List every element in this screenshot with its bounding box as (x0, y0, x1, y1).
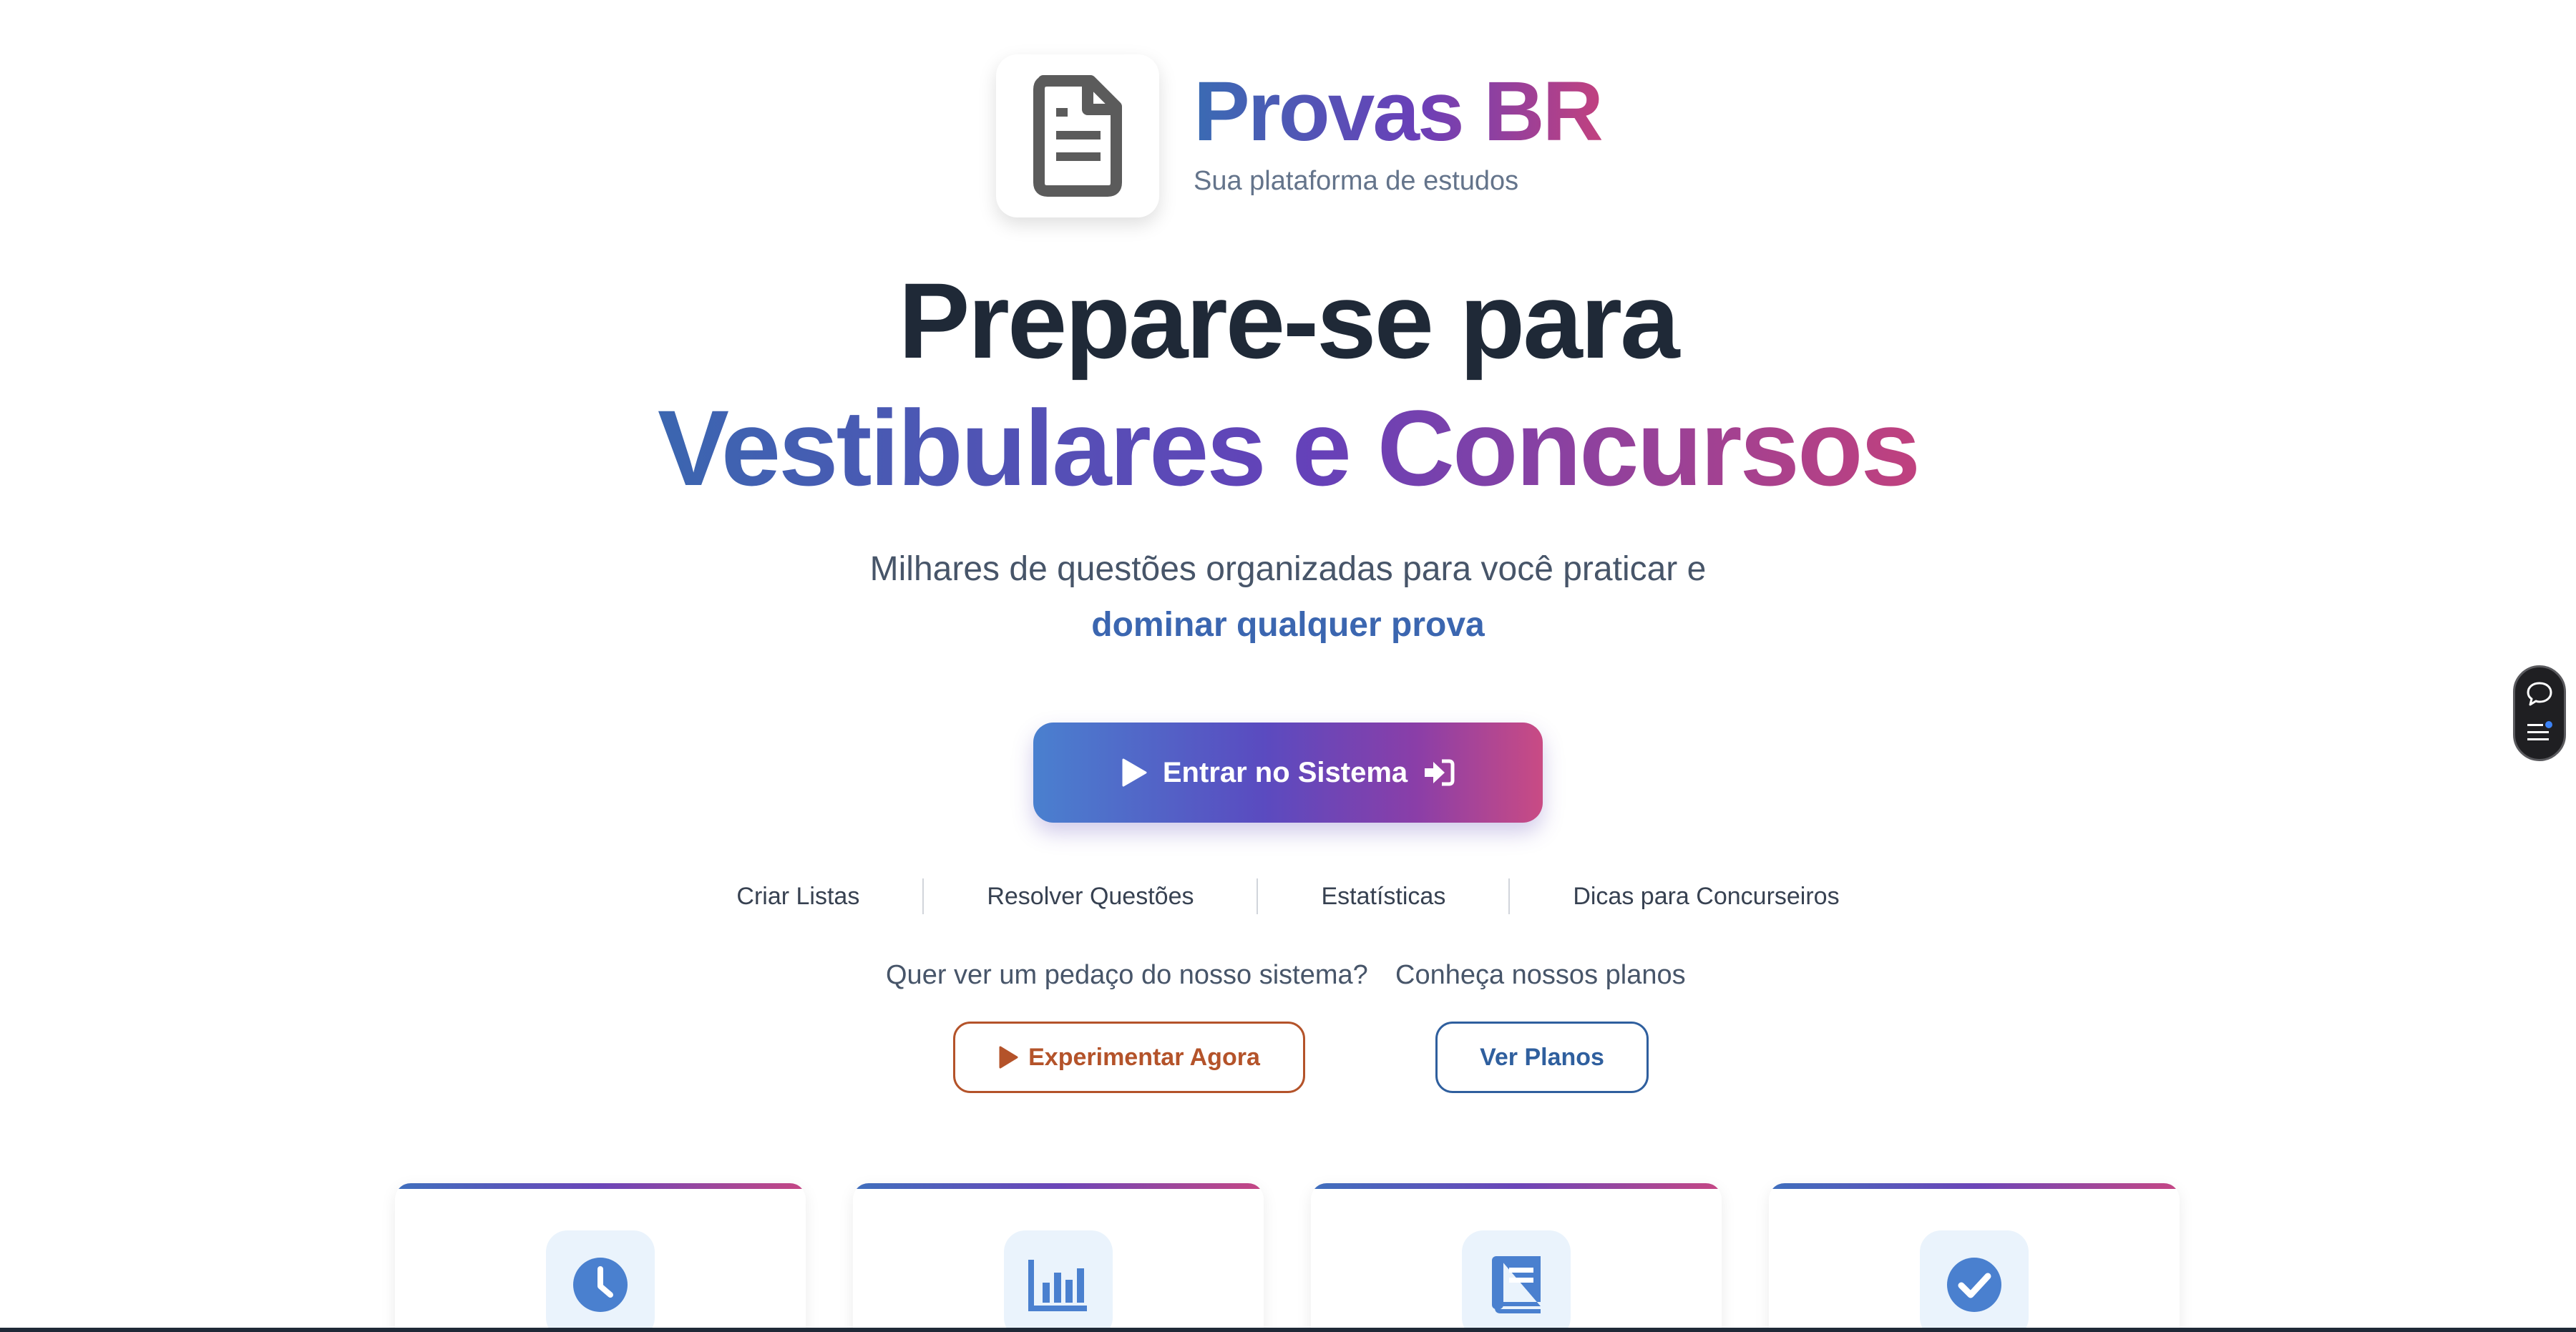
feature-solve-questions: Resolver Questões (987, 882, 1194, 910)
feature-card (395, 1183, 806, 1332)
brand-name: Provas BR (1194, 64, 1604, 159)
feature-card (1311, 1183, 1722, 1332)
hero-subtitle-highlight: dominar qualquer prova (1091, 606, 1485, 644)
plans-question: Conheça nossos planos (1395, 960, 1686, 990)
book-icon (1492, 1256, 1541, 1313)
check-circle-icon (1947, 1258, 2001, 1312)
try-now-label: Experimentar Agora (1028, 1043, 1260, 1071)
demo-question: Quer ver um pedaço do nosso sistema? (886, 960, 1368, 990)
try-now-button[interactable]: Experimentar Agora (953, 1022, 1305, 1093)
floating-widget[interactable] (2513, 665, 2566, 761)
clock-icon (573, 1258, 628, 1312)
feature-statistics: Estatísticas (1321, 882, 1446, 910)
play-icon (1122, 758, 1147, 787)
brand-header: Provas BR Sua plataforma de estudos (996, 54, 1604, 217)
enter-system-label: Entrar no Sistema (1162, 756, 1408, 788)
hero-title-line1: Prepare-se para (898, 260, 1679, 381)
play-icon (999, 1046, 1018, 1069)
chat-bubble-icon[interactable] (2526, 681, 2553, 707)
view-plans-button[interactable]: Ver Planos (1435, 1022, 1649, 1093)
feature-card (1769, 1183, 2180, 1332)
logo[interactable] (996, 54, 1159, 217)
feature-create-lists: Criar Listas (736, 882, 860, 910)
list-icon[interactable] (2525, 720, 2554, 745)
bottom-edge (0, 1328, 2576, 1332)
hero-title-highlight: Vestibulares e Concursos (657, 388, 1921, 508)
document-icon (1033, 75, 1122, 197)
sign-in-icon (1425, 759, 1455, 786)
hero-subtitle: Milhares de questões organizadas para vo… (869, 550, 1707, 588)
brand-tagline: Sua plataforma de estudos (1194, 166, 1519, 197)
feature-card (853, 1183, 1264, 1332)
feature-tips: Dicas para Concurseiros (1573, 882, 1840, 910)
enter-system-button[interactable]: Entrar no Sistema (1033, 723, 1543, 823)
feature-list: Criar Listas Resolver Questões Estatísti… (0, 878, 2576, 914)
bar-chart-icon (1028, 1260, 1087, 1311)
hero-title-line2: Vestibulares e Concursos (0, 386, 2576, 510)
view-plans-label: Ver Planos (1480, 1043, 1604, 1071)
